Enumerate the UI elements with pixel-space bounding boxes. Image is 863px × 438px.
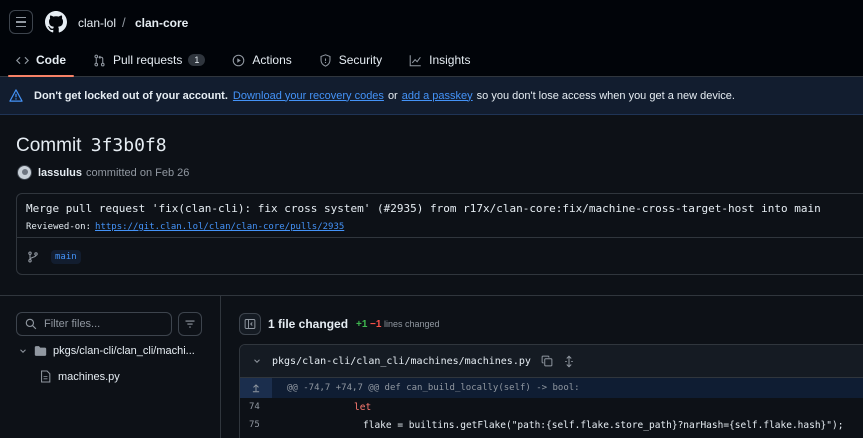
expand-up-icon xyxy=(252,384,260,393)
tab-insights-label: Insights xyxy=(429,53,471,67)
commit-date: committed on Feb 26 xyxy=(86,166,190,179)
commit-message: Merge pull request 'fix(clan-cli): fix c… xyxy=(26,202,821,215)
breadcrumb-separator: / xyxy=(122,15,126,30)
file-path[interactable]: pkgs/clan-cli/clan_cli/machines/machines… xyxy=(272,356,531,367)
tab-pull-requests-label: Pull requests xyxy=(113,53,183,67)
files-changed-summary: 1 file changed xyxy=(268,317,349,331)
divider xyxy=(220,296,221,438)
filter-files-input[interactable]: Filter files... xyxy=(16,312,172,336)
line-number[interactable]: 75 xyxy=(240,420,287,430)
breadcrumb-repo[interactable]: clan-core xyxy=(135,16,188,30)
commit-author-row: lassulus committed on Feb 26 xyxy=(17,165,189,180)
shield-icon xyxy=(320,53,331,67)
recovery-codes-link[interactable]: Download your recovery codes xyxy=(233,90,384,102)
folder-icon xyxy=(34,346,47,356)
code-text: let xyxy=(354,401,372,413)
commit-title-label: Commit xyxy=(16,135,82,156)
repo-nav-tabs: Code Pull requests 1 Actions Security In… xyxy=(8,45,489,77)
tab-security-label: Security xyxy=(338,53,383,67)
tree-directory-label: pkgs/clan-cli/clan_cli/machi... xyxy=(53,345,195,357)
filter-icon xyxy=(185,320,195,328)
filter-files-placeholder: Filter files... xyxy=(44,318,101,330)
play-icon xyxy=(233,54,245,66)
deletions-count: −1 xyxy=(370,319,382,330)
reviewed-on-link[interactable]: https://git.clan.lol/clan/clan-core/pull… xyxy=(95,222,344,232)
tab-actions[interactable]: Actions xyxy=(224,45,299,75)
add-passkey-link[interactable]: add a passkey xyxy=(402,90,473,102)
lines-changed-label: lines changed xyxy=(384,319,440,329)
avatar[interactable] xyxy=(17,165,32,180)
hunk-text: @@ -74,7 +74,7 @@ def can_build_locally(… xyxy=(287,383,580,393)
graph-icon xyxy=(409,54,421,66)
author-name[interactable]: lassulus xyxy=(38,167,82,179)
code-text: flake = builtins.getFlake("path:{self.fl… xyxy=(363,419,844,431)
code-icon xyxy=(16,56,29,64)
search-icon xyxy=(25,318,37,330)
tree-file-label: machines.py xyxy=(58,370,120,383)
tab-actions-label: Actions xyxy=(252,53,292,67)
tree-directory[interactable]: pkgs/clan-cli/clan_cli/machi... xyxy=(18,345,195,357)
branch-badge[interactable]: main xyxy=(51,250,81,264)
divider xyxy=(17,237,863,238)
file-icon xyxy=(41,370,51,383)
file-diff-header: pkgs/clan-cli/clan_cli/machines/machines… xyxy=(240,345,863,378)
tree-file[interactable]: machines.py xyxy=(40,370,120,383)
tab-insights[interactable]: Insights xyxy=(401,45,478,75)
tab-pull-requests[interactable]: Pull requests 1 xyxy=(85,45,213,75)
tab-code-label: Code xyxy=(36,53,66,67)
commit-sha: 3f3b0f8 xyxy=(90,135,167,156)
github-logo-icon[interactable] xyxy=(45,11,67,33)
divider xyxy=(0,295,863,296)
commit-message-box: Merge pull request 'fix(clan-cli): fix c… xyxy=(16,193,863,275)
expand-up-button[interactable] xyxy=(240,378,272,398)
toggle-file-tree-button[interactable] xyxy=(239,313,261,335)
code-line: 75 flake = builtins.getFlake("path:{self… xyxy=(240,416,863,434)
chevron-down-icon[interactable] xyxy=(252,356,262,366)
unfold-icon[interactable] xyxy=(563,355,575,368)
additions-count: +1 xyxy=(356,319,368,330)
reviewed-on-label: Reviewed-on: xyxy=(26,222,92,232)
security-warning-banner: Don't get locked out of your account. Do… xyxy=(0,77,863,115)
pull-requests-count-badge: 1 xyxy=(188,54,206,66)
git-pull-request-icon xyxy=(94,54,105,66)
tab-code[interactable]: Code xyxy=(8,45,74,77)
chevron-down-icon xyxy=(20,349,26,353)
branch-row: main xyxy=(27,250,81,264)
breadcrumb-owner[interactable]: clan-lol xyxy=(78,16,116,30)
banner-heading: Don't get locked out of your account. xyxy=(34,89,228,102)
tab-security[interactable]: Security xyxy=(311,45,390,75)
banner-or-text: or xyxy=(387,89,398,102)
app-header: clan-lol / clan-core Code Pull requests … xyxy=(0,0,863,77)
alert-icon xyxy=(9,89,23,102)
sidebar-collapse-icon xyxy=(244,319,256,329)
hamburger-menu-button[interactable] xyxy=(9,10,33,34)
code-line: 74 let xyxy=(240,398,863,416)
filter-options-button[interactable] xyxy=(178,312,202,336)
banner-tail-text: so you don't lose access when you get a … xyxy=(476,89,735,102)
reviewed-on-line: Reviewed-on: https://git.clan.lol/clan/cl… xyxy=(26,222,344,232)
diff-hunk-header: @@ -74,7 +74,7 @@ def can_build_locally(… xyxy=(240,378,863,398)
line-number[interactable]: 74 xyxy=(240,402,287,412)
page-title: Commit 3f3b0f8 xyxy=(16,135,167,157)
file-diff: pkgs/clan-cli/clan_cli/machines/machines… xyxy=(239,344,863,438)
copy-icon[interactable] xyxy=(541,355,553,367)
git-branch-icon xyxy=(28,251,38,263)
